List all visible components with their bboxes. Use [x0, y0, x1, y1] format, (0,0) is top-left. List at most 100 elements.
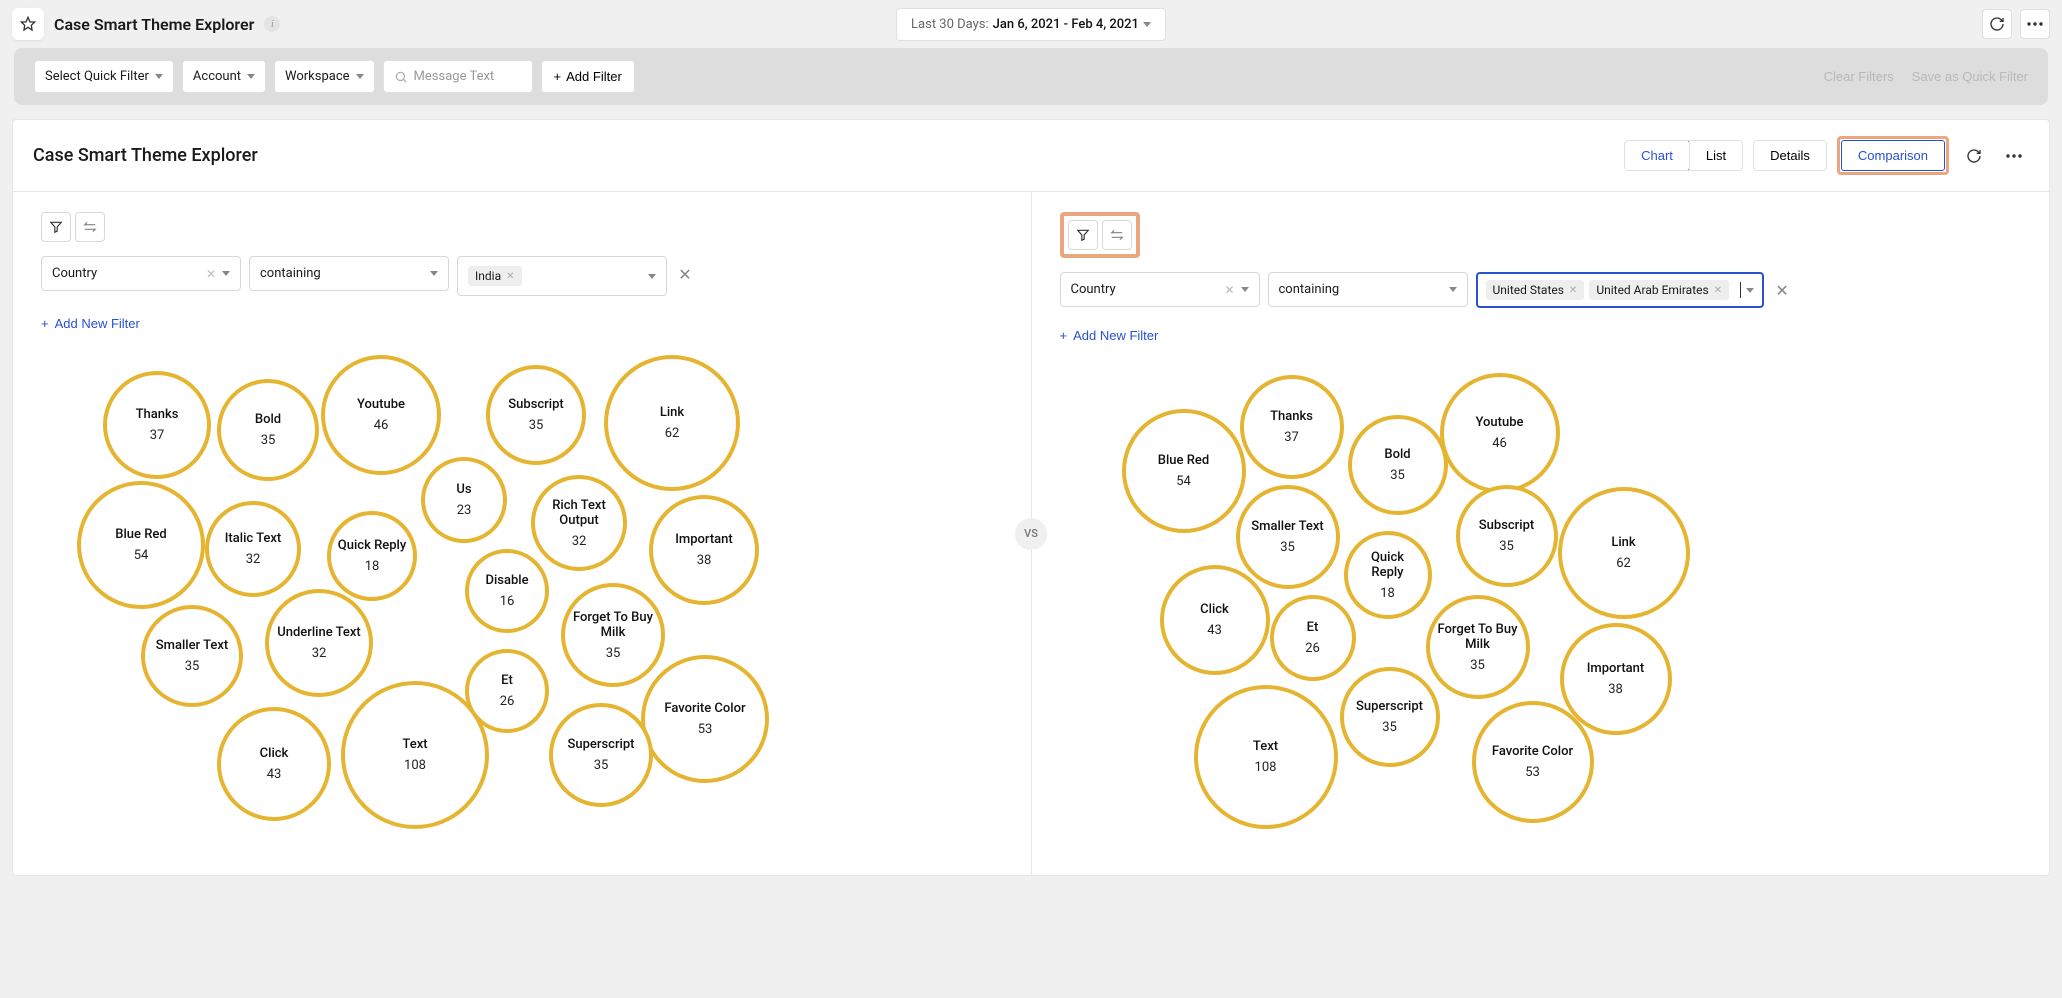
- save-quick-filter-button[interactable]: Save as Quick Filter: [1912, 69, 2028, 84]
- bubble-item[interactable]: Smaller Text35: [1236, 485, 1340, 589]
- bubble-item[interactable]: Superscript35: [549, 703, 653, 807]
- bubble-item[interactable]: Quick Reply18: [327, 511, 417, 601]
- bubble-label: Blue Red: [1158, 453, 1209, 468]
- more-menu-button[interactable]: [2020, 9, 2050, 39]
- bubble-item[interactable]: Rich Text Output32: [531, 475, 627, 571]
- explorer-card: Case Smart Theme Explorer Chart List Det…: [12, 119, 2050, 876]
- card-more-button[interactable]: [1999, 141, 2029, 171]
- bubble-value: 32: [572, 534, 587, 549]
- bubble-item[interactable]: Bold35: [217, 379, 319, 481]
- bubble-item[interactable]: Italic Text32: [205, 501, 301, 597]
- add-filter-button[interactable]: + Add Filter: [541, 60, 635, 93]
- bubble-item[interactable]: Blue Red54: [77, 481, 205, 609]
- plus-icon: +: [41, 316, 49, 331]
- bubble-label: Quick Reply: [338, 538, 406, 553]
- bubble-label: Disable: [485, 573, 528, 588]
- clear-icon[interactable]: ✕: [1224, 283, 1234, 297]
- favorite-star-button[interactable]: [12, 8, 44, 40]
- filter-op-value: containing: [1279, 282, 1340, 297]
- bubble-value: 62: [1616, 556, 1631, 571]
- tag-remove-icon[interactable]: ✕: [1714, 285, 1722, 296]
- filter-field-select[interactable]: Country ✕: [1060, 272, 1260, 307]
- filter-value-select[interactable]: United States✕United Arab Emirates✕: [1476, 272, 1765, 308]
- filter-op-select[interactable]: containing: [249, 256, 449, 291]
- tab-chart[interactable]: Chart: [1624, 140, 1690, 171]
- bubble-item[interactable]: Click43: [1160, 565, 1270, 675]
- bubble-item[interactable]: Favorite Color53: [1472, 701, 1594, 823]
- bubble-item[interactable]: Thanks37: [103, 371, 211, 479]
- add-new-filter-button[interactable]: + Add New Filter: [41, 316, 140, 331]
- bubble-item[interactable]: Subscript35: [1456, 485, 1558, 587]
- bubble-item[interactable]: Thanks37: [1240, 375, 1344, 479]
- bubble-item[interactable]: Youtube46: [1440, 373, 1560, 493]
- filter-field-select[interactable]: Country ✕: [41, 256, 241, 291]
- filter-value-tag: India✕: [468, 266, 522, 286]
- bubble-item[interactable]: Link62: [604, 355, 740, 491]
- tag-remove-icon[interactable]: ✕: [506, 271, 514, 282]
- chevron-down-icon: [247, 74, 255, 79]
- bubble-item[interactable]: Superscript35: [1340, 667, 1440, 767]
- message-text-search[interactable]: Message Text: [383, 60, 533, 93]
- chevron-down-icon: [1449, 287, 1457, 292]
- bubble-item[interactable]: Disable16: [465, 549, 549, 633]
- tab-comparison[interactable]: Comparison: [1841, 140, 1945, 171]
- bubble-label: Subscript: [1479, 518, 1534, 533]
- bubble-item[interactable]: Bold35: [1348, 415, 1448, 515]
- chevron-down-icon: [1143, 22, 1151, 27]
- filter-button[interactable]: [1068, 220, 1098, 250]
- filter-field-value: Country: [1071, 282, 1116, 297]
- filter-button[interactable]: [41, 212, 71, 242]
- remove-filter-button[interactable]: ✕: [1772, 280, 1792, 300]
- bubble-item[interactable]: Us23: [421, 457, 507, 543]
- dots-horizontal-icon: [2006, 154, 2022, 158]
- card-refresh-button[interactable]: [1959, 141, 1989, 171]
- remove-filter-button[interactable]: ✕: [675, 264, 695, 284]
- add-new-filter-button[interactable]: + Add New Filter: [1060, 328, 1159, 343]
- bubble-label: Favorite Color: [1492, 744, 1573, 759]
- info-icon[interactable]: i: [264, 16, 280, 32]
- add-new-filter-label: Add New Filter: [55, 316, 140, 331]
- date-range-picker[interactable]: Last 30 Days: Jan 6, 2021 - Feb 4, 2021: [896, 8, 1166, 41]
- bubble-item[interactable]: Click43: [217, 707, 331, 821]
- bubble-value: 32: [312, 646, 327, 661]
- comparison-left-panel: Country ✕ containing India✕ ✕ + Add New …: [13, 192, 1032, 875]
- bubble-item[interactable]: Youtube46: [321, 355, 441, 475]
- workspace-filter-select[interactable]: Workspace: [274, 60, 375, 93]
- bubble-item[interactable]: Underline Text32: [265, 589, 373, 697]
- swap-button[interactable]: [1102, 220, 1132, 250]
- global-filter-bar: Select Quick Filter Account Workspace Me…: [14, 48, 2048, 105]
- bubble-item[interactable]: Et26: [1270, 595, 1356, 681]
- swap-button[interactable]: [75, 212, 105, 242]
- filter-op-select[interactable]: containing: [1268, 272, 1468, 307]
- chevron-down-icon: [155, 74, 163, 79]
- bubble-item[interactable]: Link62: [1558, 487, 1690, 619]
- tag-remove-icon[interactable]: ✕: [1569, 285, 1577, 296]
- bubble-item[interactable]: Quick Reply18: [1344, 531, 1432, 619]
- filter-value-select[interactable]: India✕: [457, 256, 667, 296]
- bubble-item[interactable]: Et26: [465, 649, 549, 733]
- bubble-item[interactable]: Blue Red54: [1122, 409, 1246, 533]
- chevron-down-icon: [1241, 287, 1249, 292]
- bubble-value: 26: [500, 694, 515, 709]
- bubble-item[interactable]: Subscript35: [486, 365, 586, 465]
- account-filter-select[interactable]: Account: [182, 60, 266, 93]
- bubble-item[interactable]: Forget To Buy Milk35: [561, 583, 665, 687]
- clear-filters-button[interactable]: Clear Filters: [1824, 69, 1894, 84]
- tab-details[interactable]: Details: [1754, 141, 1826, 170]
- bubble-item[interactable]: Favorite Color53: [641, 655, 769, 783]
- bubble-item[interactable]: Important38: [649, 495, 759, 605]
- refresh-button[interactable]: [1982, 9, 2012, 39]
- bubble-item[interactable]: Smaller Text35: [141, 605, 243, 707]
- add-new-filter-label: Add New Filter: [1073, 328, 1158, 343]
- bubble-value: 37: [1284, 430, 1299, 445]
- bubble-item[interactable]: Forget To Buy Milk35: [1426, 595, 1530, 699]
- quick-filter-select[interactable]: Select Quick Filter: [34, 60, 174, 93]
- tab-list[interactable]: List: [1689, 141, 1742, 170]
- clear-icon[interactable]: ✕: [206, 267, 216, 281]
- search-icon: [394, 70, 408, 84]
- bubble-label: Link: [660, 405, 684, 420]
- plus-icon: +: [554, 69, 562, 84]
- right-panel-toolbar: [1060, 212, 1140, 258]
- bubble-item[interactable]: Text108: [1194, 685, 1338, 829]
- bubble-value: 35: [261, 433, 276, 448]
